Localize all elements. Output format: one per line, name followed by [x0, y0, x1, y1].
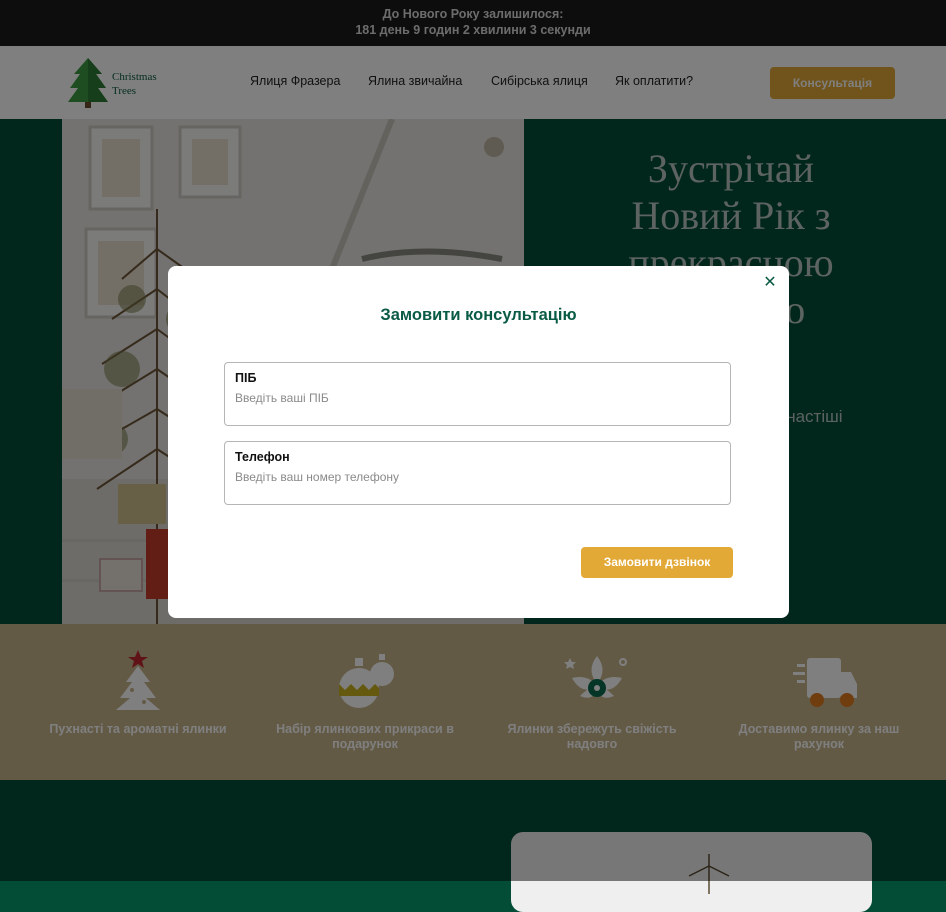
- close-icon[interactable]: ✕: [760, 272, 780, 294]
- name-field-label: ПІБ: [235, 371, 257, 385]
- phone-field[interactable]: Телефон: [224, 441, 731, 505]
- name-field[interactable]: ПІБ: [224, 362, 731, 426]
- modal-title: Замовити консультацію: [380, 306, 577, 324]
- name-input[interactable]: [235, 389, 715, 407]
- consultation-modal: ✕ Замовити консультацію ПІБ Телефон Замо…: [168, 266, 789, 618]
- phone-input[interactable]: [235, 468, 715, 486]
- phone-field-label: Телефон: [235, 450, 290, 464]
- order-call-button[interactable]: Замовити дзвінок: [581, 547, 733, 578]
